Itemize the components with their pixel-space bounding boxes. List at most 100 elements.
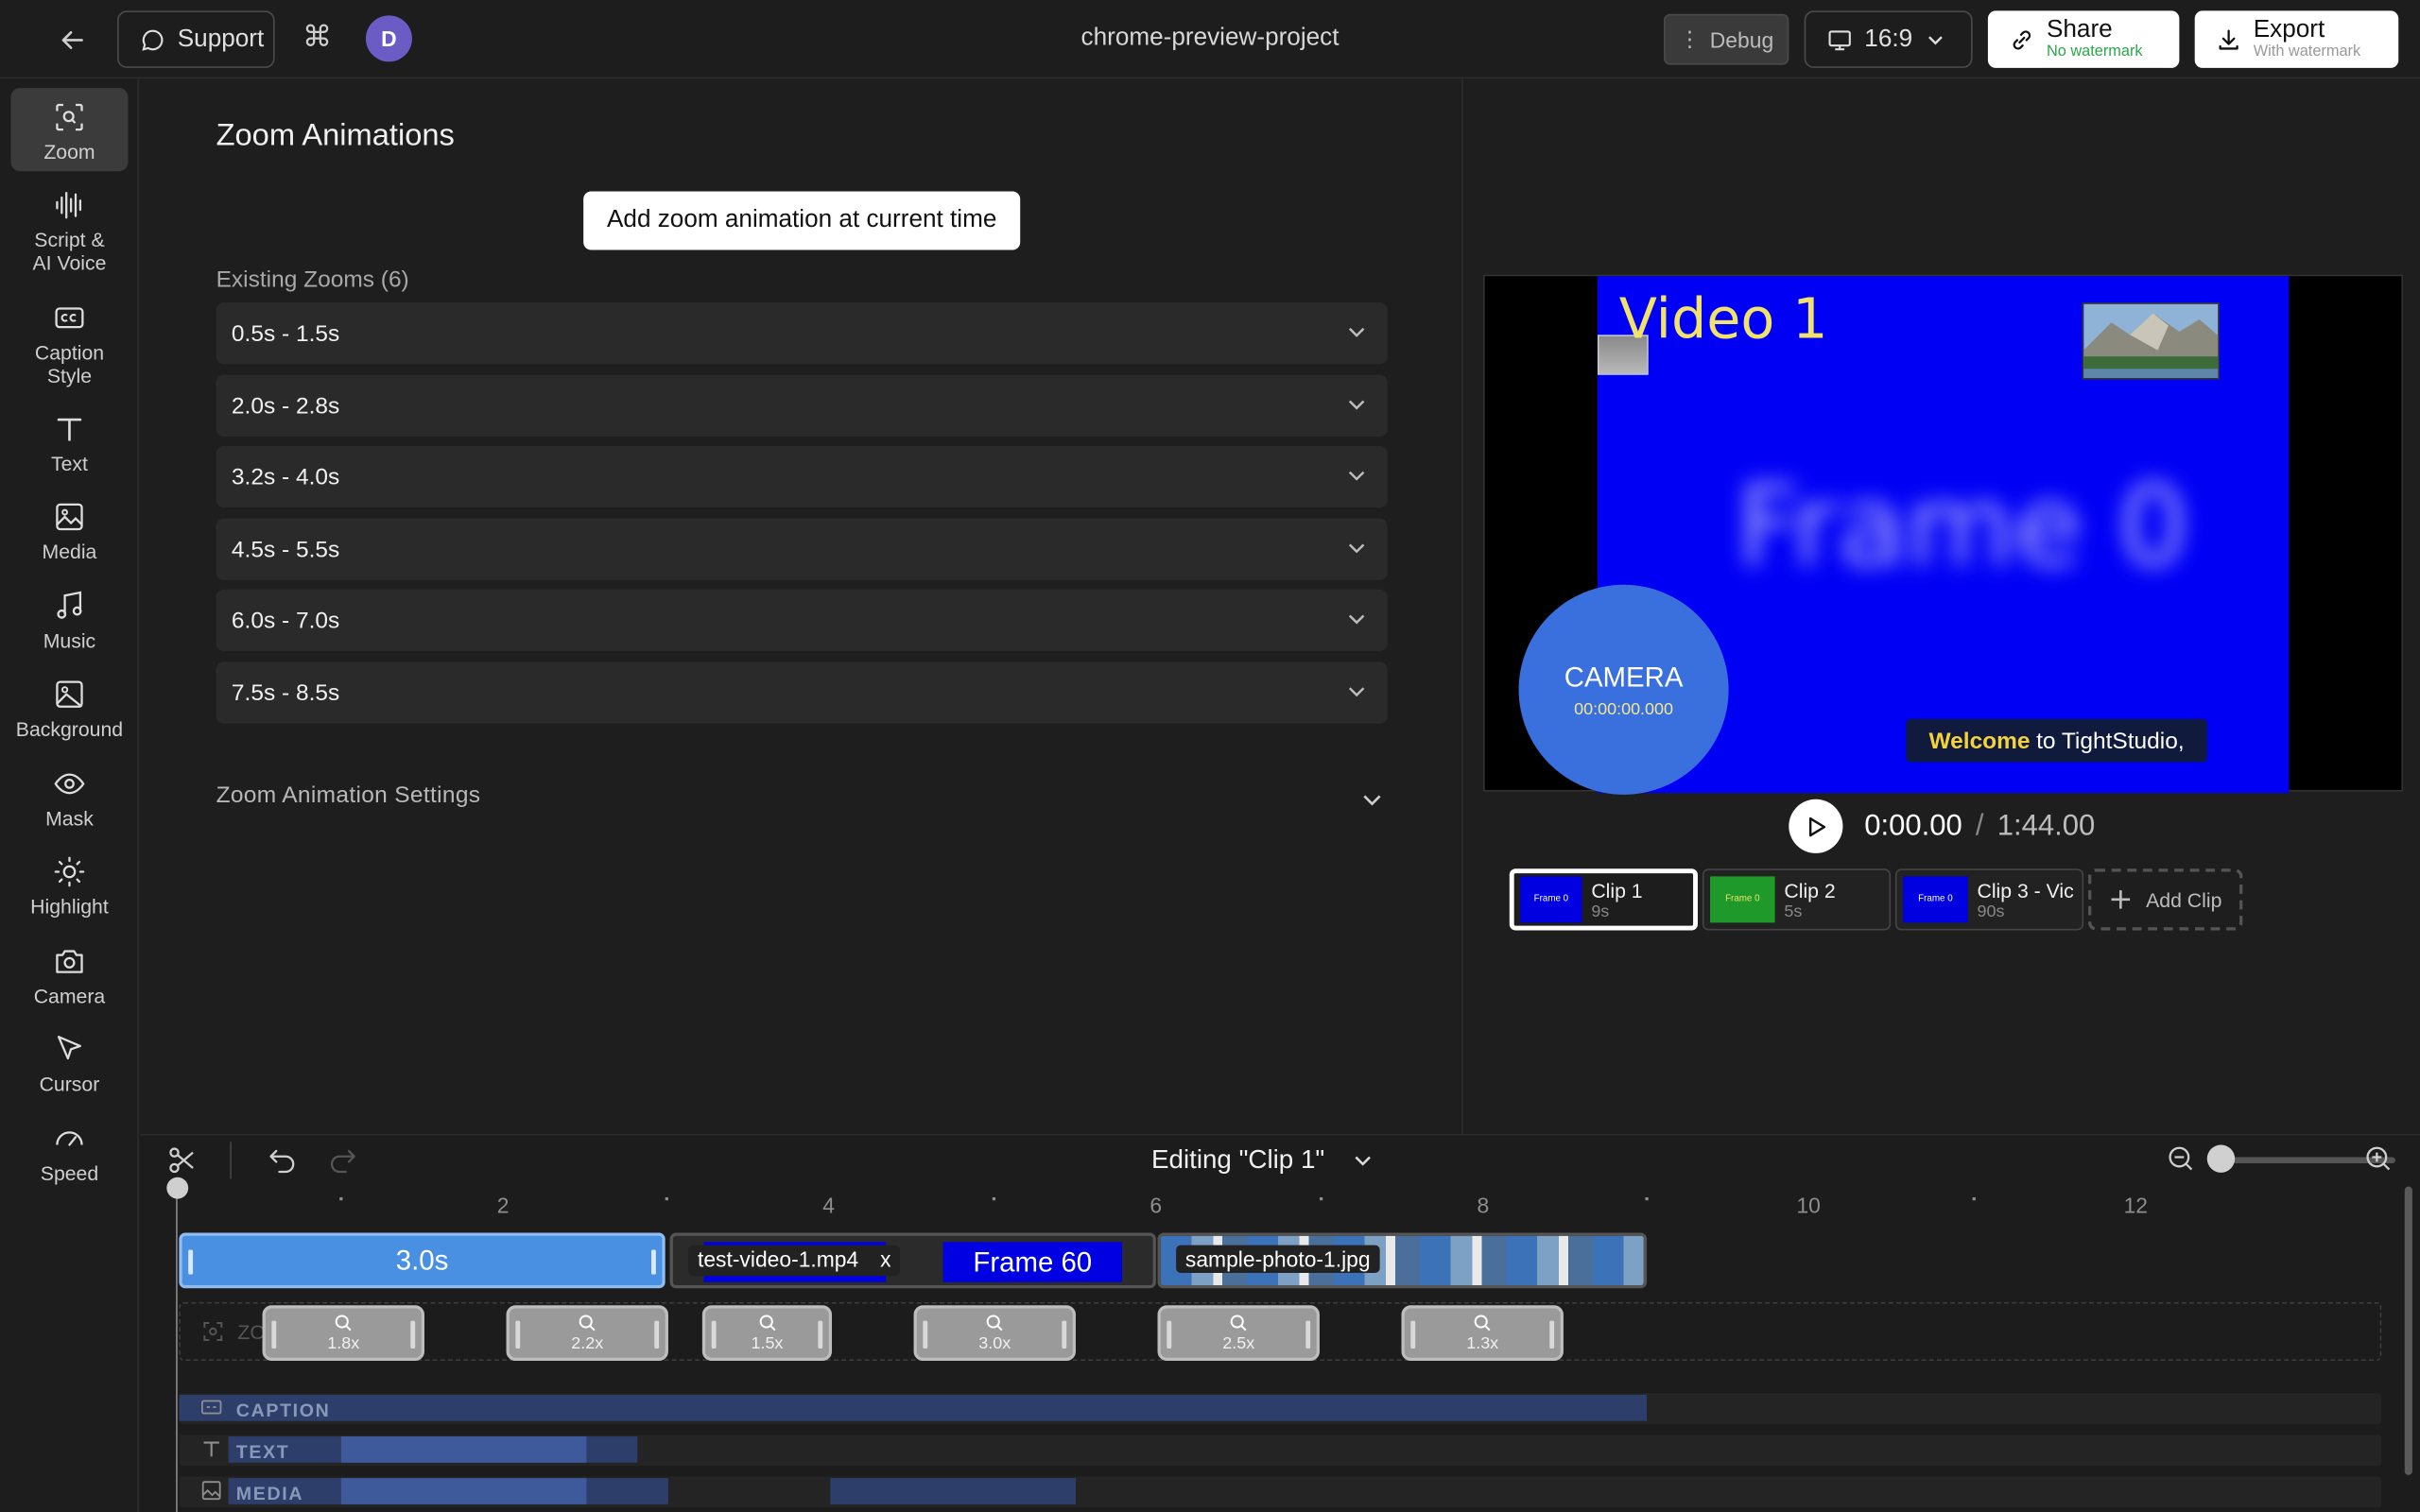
download-icon	[2217, 27, 2241, 52]
remove-clip-button[interactable]: x	[880, 1246, 890, 1274]
sidebar-item-cursor[interactable]: Cursor	[10, 1032, 128, 1095]
share-button[interactable]: Share No watermark	[1987, 10, 2180, 68]
trim-handle-right[interactable]	[818, 1320, 823, 1349]
zoom-chip[interactable]: 1.3x	[1401, 1305, 1564, 1362]
ruler-tick	[1319, 1196, 1323, 1201]
play-button[interactable]	[1789, 799, 1843, 853]
add-zoom-button[interactable]: Add zoom animation at current time	[583, 191, 1021, 250]
trim-handle-left[interactable]	[1410, 1320, 1416, 1349]
trim-handle-left[interactable]	[923, 1320, 928, 1349]
sidebar-item-highlight[interactable]: Highlight	[10, 855, 128, 918]
aspect-ratio-label: 16:9	[1864, 25, 1913, 52]
zoom-out-icon[interactable]	[2167, 1144, 2194, 1172]
app-root: Support ⌘ D chrome-preview-project ⋮ Deb…	[0, 0, 2420, 1512]
ruler-label: 6	[1150, 1193, 1163, 1218]
trim-handle-right[interactable]	[1305, 1320, 1311, 1349]
sidebar-item-speed[interactable]: Speed	[10, 1122, 128, 1185]
video-preview[interactable]: Video 1 Frame 0 Welcome to TightStudio,	[1483, 274, 2404, 795]
trim-handle-right[interactable]	[650, 1249, 656, 1275]
zoom-row[interactable]: 6.0s - 7.0s	[216, 589, 1388, 651]
zoom-row[interactable]: 4.5s - 5.5s	[216, 518, 1388, 580]
timeline-clip-video[interactable]: Frame 60 test-video-1.mp4 x	[669, 1232, 1156, 1289]
editing-clip-dropdown[interactable]: Editing "Clip 1"	[1151, 1144, 1374, 1176]
sidebar-item-script-ai-voice[interactable]: Script & AI Voice	[10, 188, 128, 275]
editing-label: Editing "Clip 1"	[1150, 1144, 1325, 1175]
trim-handle-right[interactable]	[1062, 1320, 1067, 1349]
media-segment[interactable]	[830, 1478, 1076, 1504]
sidebar-item-label: Cursor	[39, 1072, 100, 1096]
zoom-chip[interactable]: 1.5x	[701, 1305, 833, 1362]
sidebar-item-mask[interactable]: Mask	[10, 766, 128, 830]
ruler-label: 12	[2123, 1193, 2149, 1218]
sidebar-item-zoom[interactable]: Zoom	[10, 88, 129, 172]
undo-icon[interactable]	[267, 1144, 298, 1176]
video-title-text: Video 1	[1618, 288, 1828, 352]
panel-title: Zoom Animations	[216, 118, 455, 153]
sidebar-item-music[interactable]: Music	[10, 590, 128, 653]
chevron-down-icon	[1348, 471, 1365, 481]
trim-handle-right[interactable]	[1549, 1320, 1555, 1349]
zoom-settings-toggle[interactable]: Zoom Animation Settings	[216, 782, 481, 809]
sidebar-item-camera[interactable]: Camera	[10, 944, 128, 1007]
trim-handle-right[interactable]	[410, 1320, 416, 1349]
trim-handle-left[interactable]	[515, 1320, 521, 1349]
clip-card-1[interactable]: Frame 0 Clip 1 9s	[1509, 868, 1698, 931]
camera-timecode: 00:00:00.000	[1574, 699, 1674, 719]
trim-handle-right[interactable]	[654, 1320, 660, 1349]
zoom-chip[interactable]: 2.5x	[1157, 1305, 1320, 1362]
zoom-row[interactable]: 7.5s - 8.5s	[216, 662, 1388, 724]
clip-card-2[interactable]: Frame 0 Clip 2 5s	[1702, 868, 1892, 931]
ruler-tick	[665, 1196, 668, 1201]
camera-bubble[interactable]: CAMERA 00:00:00.000	[1518, 584, 1729, 795]
timeline-scrollbar[interactable]	[2404, 1186, 2412, 1475]
landscape-image	[2082, 302, 2220, 380]
trim-handle-left[interactable]	[1167, 1320, 1172, 1349]
sidebar-item-media[interactable]: Media	[10, 500, 128, 563]
zoom-panel: Zoom Animations Add zoom animation at cu…	[140, 78, 1463, 1135]
text-icon	[57, 418, 82, 441]
zoom-level-label: 1.3x	[1466, 1334, 1499, 1353]
text-segment[interactable]	[340, 1436, 587, 1463]
trim-handle-left[interactable]	[711, 1320, 717, 1349]
debug-button[interactable]: ⋮ Debug	[1664, 13, 1789, 65]
sidebar-item-caption-style[interactable]: Caption Style	[10, 301, 128, 387]
redo-icon[interactable]	[327, 1144, 358, 1176]
music-icon	[57, 591, 82, 619]
zoom-range-label: 6.0s - 7.0s	[231, 607, 340, 634]
trim-handle-left[interactable]	[271, 1320, 277, 1349]
back-arrow-icon[interactable]	[56, 23, 90, 57]
zoom-chip[interactable]: 2.2x	[506, 1305, 668, 1362]
chevron-down-icon[interactable]	[1359, 787, 1384, 812]
support-button[interactable]: Support	[117, 10, 275, 68]
zoom-row[interactable]: 0.5s - 1.5s	[216, 302, 1388, 365]
zoom-chip[interactable]: 3.0x	[913, 1305, 1076, 1362]
zoom-chip[interactable]: 1.8x	[262, 1305, 424, 1362]
aspect-ratio-dropdown[interactable]: 16:9	[1804, 10, 1973, 68]
timeline-clip-photo[interactable]: sample-photo-1.jpg	[1157, 1232, 1648, 1289]
top-bar: Support ⌘ D chrome-preview-project ⋮ Deb…	[0, 0, 2420, 79]
chevron-down-icon	[1348, 614, 1365, 625]
command-icon[interactable]: ⌘	[302, 23, 334, 54]
trim-handle-left[interactable]	[188, 1249, 194, 1275]
playhead-handle[interactable]	[166, 1177, 189, 1199]
camera-label: CAMERA	[1564, 661, 1684, 693]
scissors-icon[interactable]	[166, 1144, 198, 1176]
export-button[interactable]: Export With watermark	[2194, 10, 2399, 68]
timeline-zoom-slider-knob[interactable]	[2206, 1144, 2236, 1173]
caption-segment[interactable]	[179, 1394, 1648, 1421]
sidebar-item-label: Caption Style	[34, 340, 105, 387]
sidebar-item-text[interactable]: Text	[10, 412, 128, 475]
zoom-row[interactable]: 2.0s - 2.8s	[216, 374, 1388, 438]
add-clip-button[interactable]: Add Clip	[2088, 868, 2243, 931]
zoom-in-icon[interactable]	[2364, 1144, 2392, 1172]
zoom-row[interactable]: 3.2s - 4.0s	[216, 445, 1388, 508]
sidebar-item-background[interactable]: Background	[10, 678, 128, 741]
media-icon	[201, 1481, 221, 1501]
avatar[interactable]: D	[365, 15, 412, 62]
clip-card-3[interactable]: Frame 0 Clip 3 - Vic 90s	[1894, 868, 2084, 931]
magnifier-icon	[335, 1314, 352, 1332]
total-time: 1:44.00	[1996, 810, 2096, 843]
export-sublabel: With watermark	[2253, 42, 2361, 60]
media-segment[interactable]	[340, 1478, 587, 1504]
timeline-clip-selected[interactable]: 3.0s	[179, 1232, 666, 1289]
